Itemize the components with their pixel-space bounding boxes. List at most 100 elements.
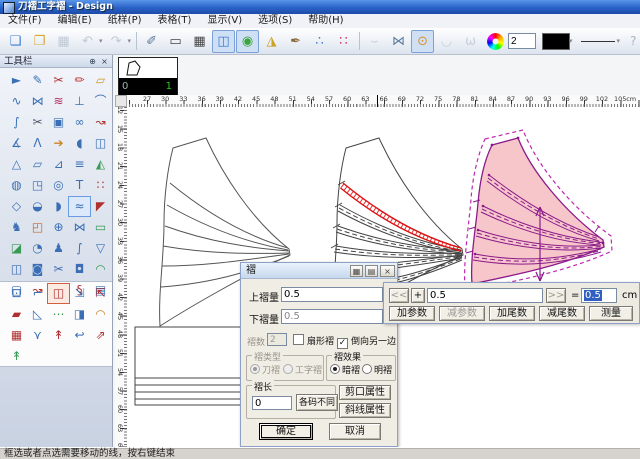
curve-cut-tool[interactable]: ✂ [47,70,70,91]
knight-tool[interactable]: ♞ [5,217,28,238]
piece-preview-box[interactable]: 0 1 [118,57,178,97]
menu-item-7[interactable]: 帮助(H) [300,14,351,28]
bag-tool[interactable]: ◫ [5,259,28,280]
cancel-button[interactable]: 取消 [329,423,381,440]
fan-pleat-checkbox[interactable]: 扇形褶 [293,334,334,347]
hook-back-tool[interactable]: ↩ [68,325,91,346]
measure-point-tool[interactable]: ⊥ [68,91,91,112]
hand-tool[interactable]: ➔ [47,133,70,154]
beach-tool[interactable]: ◠ [89,259,112,280]
flask-tool[interactable]: ◔ [26,238,49,259]
curve-tool[interactable]: ∿ [5,91,28,112]
save-button[interactable]: ▦ [52,30,75,53]
wave-box-tool[interactable]: ≈ [68,196,91,217]
slash-properties-button[interactable]: 斜线属性 [339,403,391,418]
arc-tool[interactable]: ⌒ [89,91,112,112]
menu-item-1[interactable]: 文件(F) [0,14,50,28]
window-view-button[interactable]: ◫ [212,30,235,53]
hill-tool[interactable]: ◭ [89,154,112,175]
shape-tool[interactable]: ◇ [5,196,28,217]
close-icon[interactable]: × [380,265,395,277]
add-param-button[interactable]: 加参数 [389,306,435,321]
button-tool[interactable]: ⊕ [47,217,70,238]
lower-pleat-input[interactable] [281,309,383,324]
hidden-pleat-radio[interactable]: 暗褶 [330,363,360,376]
shape-move-tool[interactable]: ▱ [26,154,49,175]
close-toolbox-icon[interactable]: × [99,56,110,67]
scissors-tool[interactable]: ✂ [26,112,49,133]
context-help-icon[interactable]: ? [630,34,636,48]
measure-button[interactable]: 测量 [589,306,633,321]
color-dropdown-icon[interactable]: ▾ [569,37,573,45]
shape-cut-tool[interactable]: ▰ [5,304,28,325]
twin-shape-tool[interactable]: ◳ [26,175,49,196]
compass-tool[interactable]: Λ [26,133,49,154]
point-edit-tool[interactable]: ✎ [26,70,49,91]
calc-result-field[interactable]: 0.5 [581,288,617,303]
triangle-tool[interactable]: △ [5,154,28,175]
table-button[interactable]: ▭ [164,30,187,53]
curve-w-button[interactable]: ω [459,30,482,53]
calc-expression-input[interactable] [427,288,543,303]
camera-tool[interactable]: ▣ [47,112,70,133]
flip-side-checkbox[interactable]: ✓倒向另一边 [337,334,396,349]
knife-pleat-radio[interactable]: 刀褶 [250,363,280,376]
pattern-piece-3[interactable] [465,130,612,291]
node-adjust-tool[interactable]: ⋈ [26,91,49,112]
layout-tool[interactable]: ◫ [89,133,112,154]
piece-arrow-tool[interactable]: ⇲ [68,283,91,304]
bottle-tool[interactable]: ◍ [5,175,28,196]
eraser-tool[interactable]: ▱ [89,70,112,91]
half-box-tool[interactable]: ◨ [68,304,91,325]
notch-properties-button[interactable]: 剪口属性 [339,385,391,400]
dotted-tool[interactable]: ⋯ [47,304,70,325]
pencil-tool[interactable]: ✏ [68,70,91,91]
menu-item-4[interactable]: 表格(T) [150,14,200,28]
text-tool[interactable]: T [68,175,91,196]
undo-button-dropdown-icon[interactable]: ▾ [99,37,103,45]
open-file-button[interactable]: ❐ [28,30,51,53]
dress-tool[interactable]: ▽ [89,238,112,259]
brush-button[interactable]: ✒ [284,30,307,53]
cup-tool[interactable]: ◒ [26,196,49,217]
line-style-selector[interactable] [581,41,615,42]
box-pleat-radio[interactable]: 工字褶 [283,363,322,376]
ok-button[interactable]: 确定 [259,423,313,440]
angle-tool[interactable]: ∡ [5,133,28,154]
fan-pleat-checkbox-box[interactable] [293,334,304,345]
case-tool[interactable]: ▭ [89,217,112,238]
moon-tool[interactable]: ◗ [47,196,70,217]
green-piece-tool[interactable]: ◪ [5,238,28,259]
menu-item-6[interactable]: 选项(S) [250,14,300,28]
protractor-tool[interactable]: ◖ [68,133,91,154]
move-structure-button[interactable]: ∴ [308,30,331,53]
select-tool[interactable]: ► [5,70,28,91]
node-frame-tool[interactable]: ⊡ [5,283,28,304]
sub-tail-button[interactable]: 减尾数 [539,306,585,321]
piece-flip-tool[interactable]: ⇱ [89,283,112,304]
add-tail-button[interactable]: 加尾数 [489,306,535,321]
flip-side-checkbox-box[interactable]: ✓ [337,338,348,349]
link-nodes-button[interactable]: ⋈ [387,30,410,53]
color-3d-button[interactable]: ◮ [260,30,283,53]
upper-pleat-input[interactable] [281,287,383,302]
curve-v-button[interactable]: ◡ [435,30,458,53]
grid-frame-tool[interactable]: ▦ [5,325,28,346]
calc-back-button[interactable]: << [389,288,409,303]
figure-tool[interactable]: ♟ [47,238,70,259]
rainbow-tool[interactable]: ◠ [89,304,112,325]
bucket-tool[interactable]: ◰ [26,217,49,238]
measure-pen-button[interactable]: ✐ [140,30,163,53]
pleat-tool[interactable]: ≋ [47,91,70,112]
iron-tool[interactable]: ◙ [26,259,49,280]
pleat-length-input[interactable] [252,396,292,410]
node-distance-button[interactable]: ⊙ [411,30,434,53]
sprout-tool[interactable]: ↟ [5,346,28,367]
menu-item-2[interactable]: 编辑(E) [50,14,100,28]
one-pleat-tool[interactable]: ↟ [47,325,70,346]
dart-tool[interactable]: ◤ [89,196,112,217]
parallel-tool[interactable]: ≡ [68,154,91,175]
corner-move-tool[interactable]: ⌐ [26,283,49,304]
sew-tool[interactable]: ✂ [47,259,70,280]
dot-line-tool[interactable]: ∷ [89,175,112,196]
